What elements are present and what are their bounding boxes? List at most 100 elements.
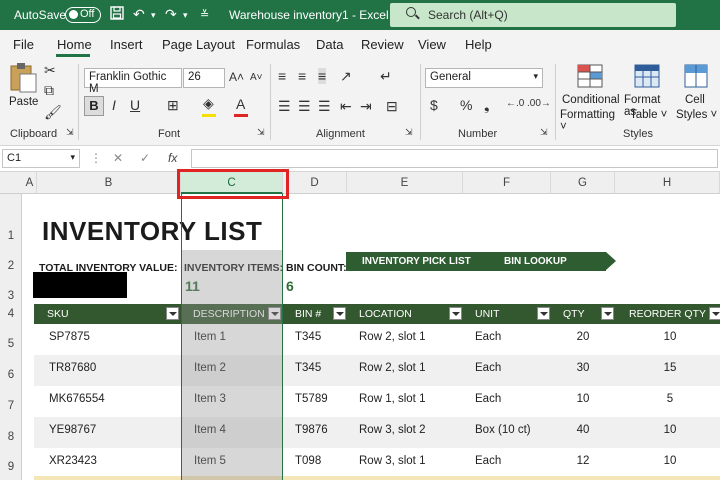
column-header-d[interactable]: D <box>283 172 347 194</box>
cell-unit[interactable]: Box (10 ct) <box>475 424 531 436</box>
conditional-formatting-button[interactable]: Conditional Formatting ˅ <box>560 64 620 133</box>
font-size-select[interactable]: 26 <box>183 68 225 88</box>
decrease-font-icon[interactable]: A˅ <box>250 72 263 83</box>
cell-styles-button[interactable]: Cell Styles ˅ <box>676 64 718 124</box>
cell-unit[interactable]: Each <box>475 362 501 374</box>
save-icon[interactable] <box>110 6 124 23</box>
number-launcher-icon[interactable]: ⇲ <box>540 127 548 138</box>
cell-qty[interactable]: 20 <box>560 331 606 343</box>
tab-view[interactable]: View <box>418 37 446 52</box>
cut-icon[interactable]: ✂ <box>44 62 56 79</box>
cancel-entry-icon[interactable]: ✕ <box>113 151 123 165</box>
cell-bin[interactable]: T098 <box>295 455 321 467</box>
column-header-e[interactable]: E <box>347 172 463 194</box>
row-header-7[interactable]: 7 <box>0 400 22 412</box>
align-center-icon[interactable]: ☰ <box>298 98 311 115</box>
cell-reorder-qty[interactable]: 5 <box>647 393 693 405</box>
increase-font-icon[interactable]: A˄ <box>229 70 244 84</box>
cell-bin[interactable]: T345 <box>295 362 321 374</box>
borders-icon[interactable]: ⊞ <box>167 97 179 114</box>
cell-reorder-qty[interactable]: 10 <box>647 455 693 467</box>
row-header-9[interactable]: 9 <box>0 461 22 473</box>
align-right-icon[interactable]: ☰ <box>318 98 331 115</box>
filter-dropdown-sku[interactable] <box>166 307 179 320</box>
orientation-icon[interactable]: ↗ <box>340 68 352 85</box>
row-header-5[interactable]: 5 <box>0 338 22 350</box>
cell-sku[interactable]: SP7875 <box>49 331 90 343</box>
cell-qty[interactable]: 12 <box>560 455 606 467</box>
redo-dropdown-icon[interactable]: ▾ <box>183 10 188 21</box>
column-header-a[interactable]: A <box>23 172 37 194</box>
row-header-4[interactable]: 4 <box>0 308 22 320</box>
cell-location[interactable]: Row 1, slot 1 <box>359 393 425 405</box>
cell-unit[interactable]: Each <box>475 331 501 343</box>
comma-style-icon[interactable]: ❟ <box>484 97 490 114</box>
cell-bin[interactable]: T345 <box>295 331 321 343</box>
format-as-table-button[interactable]: Format as Table ˅ <box>622 64 674 124</box>
row-header-6[interactable]: 6 <box>0 369 22 381</box>
merge-center-icon[interactable]: ⊟ <box>386 98 398 115</box>
tab-page-layout[interactable]: Page Layout <box>162 37 235 52</box>
name-box[interactable]: C1 ▾ <box>2 149 80 168</box>
cell-sku[interactable]: YE98767 <box>49 424 96 436</box>
increase-decimal-icon[interactable]: ←.0 <box>506 98 524 109</box>
column-header-h[interactable]: H <box>615 172 720 194</box>
tab-formulas[interactable]: Formulas <box>246 37 300 52</box>
align-top-icon[interactable]: ≡ <box>278 68 286 84</box>
inventory-pick-list-link[interactable]: INVENTORY PICK LIST <box>362 256 471 267</box>
more-options-icon[interactable]: ⋮ <box>90 151 102 165</box>
cell-sku[interactable]: MK676554 <box>49 393 105 405</box>
tab-data[interactable]: Data <box>316 37 343 52</box>
tab-file[interactable]: File <box>13 37 34 52</box>
insert-function-icon[interactable]: fx <box>168 151 177 165</box>
cell-reorder-qty[interactable]: 10 <box>647 331 693 343</box>
cell-qty[interactable]: 40 <box>560 424 606 436</box>
redo-icon[interactable]: ↷ <box>165 6 177 23</box>
filter-dropdown-qty[interactable] <box>601 307 614 320</box>
cell-qty[interactable]: 10 <box>560 393 606 405</box>
currency-icon[interactable]: $ <box>430 97 438 113</box>
autosave-toggle[interactable]: Off <box>65 7 101 23</box>
cell-reorder-qty[interactable]: 15 <box>647 362 693 374</box>
paste-button[interactable]: Paste <box>6 62 40 112</box>
column-header-b[interactable]: B <box>37 172 181 194</box>
cell-unit[interactable]: Each <box>475 393 501 405</box>
cell-location[interactable]: Row 2, slot 1 <box>359 331 425 343</box>
column-header-f[interactable]: F <box>463 172 551 194</box>
tab-review[interactable]: Review <box>361 37 404 52</box>
cell-location[interactable]: Row 3, slot 1 <box>359 455 425 467</box>
fill-color-icon[interactable]: ◈ <box>203 95 214 112</box>
align-left-icon[interactable]: ☰ <box>278 98 291 115</box>
filter-dropdown-bin[interactable] <box>333 307 346 320</box>
undo-dropdown-icon[interactable]: ▾ <box>151 10 156 21</box>
bold-button[interactable]: B <box>84 96 104 116</box>
align-bottom-icon[interactable]: ≡ <box>318 68 327 84</box>
cell-qty[interactable]: 30 <box>560 362 606 374</box>
undo-icon[interactable]: ↶ <box>133 6 145 23</box>
increase-indent-icon[interactable]: ⇥ <box>360 98 372 115</box>
decrease-indent-icon[interactable]: ⇤ <box>340 98 352 115</box>
filter-dropdown-unit[interactable] <box>537 307 550 320</box>
cell-location[interactable]: Row 2, slot 1 <box>359 362 425 374</box>
worksheet[interactable]: INVENTORY LIST TOTAL INVENTORY VALUE: IN… <box>23 194 720 480</box>
cell-unit[interactable]: Each <box>475 455 501 467</box>
tab-insert[interactable]: Insert <box>110 37 143 52</box>
tab-home[interactable]: Home <box>57 37 92 52</box>
cell-reorder-qty[interactable]: 10 <box>647 424 693 436</box>
copy-icon[interactable]: ⧉ <box>44 82 54 99</box>
formula-input[interactable] <box>191 149 718 168</box>
italic-icon[interactable]: I <box>112 97 116 113</box>
row-header-1[interactable]: 1 <box>0 230 22 242</box>
confirm-entry-icon[interactable]: ✓ <box>140 151 150 165</box>
cell-sku[interactable]: XR23423 <box>49 455 97 467</box>
alignment-launcher-icon[interactable]: ⇲ <box>405 127 413 138</box>
font-color-icon[interactable]: A <box>236 96 245 112</box>
bin-lookup-link[interactable]: BIN LOOKUP <box>504 256 567 267</box>
row-header-3[interactable]: 3 <box>0 290 22 302</box>
filter-dropdown-reorder-qty[interactable] <box>709 307 720 320</box>
percent-icon[interactable]: % <box>460 97 472 113</box>
clipboard-launcher-icon[interactable]: ⇲ <box>66 127 74 138</box>
font-launcher-icon[interactable]: ⇲ <box>257 127 265 138</box>
row-header-2[interactable]: 2 <box>0 260 22 272</box>
cell-location[interactable]: Row 3, slot 2 <box>359 424 425 436</box>
